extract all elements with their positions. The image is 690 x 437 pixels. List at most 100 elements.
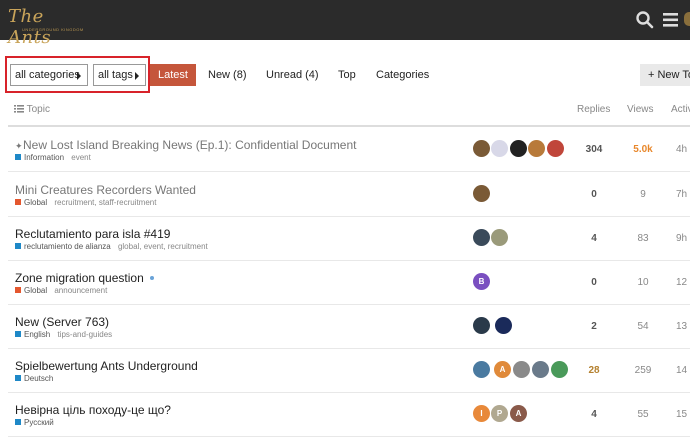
- replies-count[interactable]: 304: [574, 144, 614, 155]
- tab-latest[interactable]: Latest: [150, 64, 196, 86]
- views-column-header[interactable]: Views: [627, 104, 654, 115]
- category-badge-icon: [15, 375, 21, 381]
- activity-time[interactable]: 15: [676, 409, 690, 420]
- topic-title-link[interactable]: Spielbewertung Ants Underground: [15, 359, 198, 373]
- topic-tags[interactable]: global, event, recruitment: [118, 242, 208, 251]
- tab-new[interactable]: New (8): [208, 64, 247, 86]
- avatar[interactable]: [473, 361, 490, 378]
- topic-meta: Global recruitment, staff-recruitment: [15, 198, 156, 207]
- replies-count[interactable]: 2: [574, 321, 614, 332]
- topic-row[interactable]: ✦New Lost Island Breaking News (Ep.1): C…: [8, 128, 690, 172]
- site-header: The Ants UNDERGROUND KINGDOM: [0, 0, 690, 48]
- user-avatar[interactable]: [684, 12, 690, 26]
- search-icon[interactable]: [635, 10, 655, 30]
- topic-title-link[interactable]: Zone migration question: [15, 271, 154, 285]
- topic-meta: reclutamiento de alianza global, event, …: [15, 242, 208, 251]
- avatar[interactable]: A: [494, 361, 511, 378]
- tab-unread[interactable]: Unread (4): [266, 64, 319, 86]
- avatar[interactable]: [547, 140, 564, 157]
- topic-meta: English tips-and-guides: [15, 330, 112, 339]
- category-link[interactable]: reclutamiento de alianza: [24, 242, 111, 251]
- topic-meta: Global announcement: [15, 286, 107, 295]
- topic-row[interactable]: Mini Creatures Recorders Wanted Global r…: [8, 173, 690, 217]
- avatar[interactable]: [513, 361, 530, 378]
- caret-right-icon: [135, 72, 139, 80]
- topic-title-link[interactable]: Mini Creatures Recorders Wanted: [15, 183, 196, 197]
- views-count: 259: [634, 365, 652, 376]
- hamburger-menu-icon[interactable]: [661, 10, 681, 30]
- topic-title-text: Zone migration question: [15, 271, 144, 285]
- topic-tags[interactable]: recruitment, staff-recruitment: [54, 198, 156, 207]
- activity-time[interactable]: 7h: [676, 189, 690, 200]
- views-count: 9: [640, 189, 646, 200]
- topic-meta: Deutsch: [15, 374, 58, 383]
- topic-row[interactable]: Невірна ціль походу-це що? Русский I P A…: [8, 393, 690, 437]
- topic-tags[interactable]: announcement: [54, 286, 107, 295]
- activity-time[interactable]: 9h: [676, 233, 690, 244]
- new-topic-button[interactable]: + New To: [640, 64, 690, 86]
- activity-time[interactable]: 12: [676, 277, 690, 288]
- views-count: 5.0k: [633, 144, 653, 155]
- tags-dropdown-label: all tags: [98, 69, 133, 81]
- replies-count[interactable]: 0: [574, 277, 614, 288]
- avatar[interactable]: [495, 317, 512, 334]
- avatar[interactable]: [473, 185, 490, 202]
- avatar[interactable]: [491, 140, 508, 157]
- avatar[interactable]: [473, 140, 490, 157]
- activity-time[interactable]: 4h: [676, 144, 690, 155]
- category-badge-icon: [15, 243, 21, 249]
- views-count: 83: [637, 233, 649, 244]
- category-badge-icon: [15, 419, 21, 425]
- category-link[interactable]: Global: [24, 198, 47, 207]
- avatar[interactable]: [551, 361, 568, 378]
- topic-title-link[interactable]: Невірна ціль походу-це що?: [15, 403, 171, 417]
- category-link[interactable]: Global: [24, 286, 47, 295]
- views-count: 55: [637, 409, 649, 420]
- category-link[interactable]: Information: [24, 153, 64, 162]
- category-link[interactable]: Deutsch: [24, 374, 53, 383]
- topic-title-link[interactable]: New (Server 763): [15, 315, 109, 329]
- avatar[interactable]: [528, 140, 545, 157]
- topic-tags[interactable]: tips-and-guides: [57, 330, 112, 339]
- tab-top[interactable]: Top: [338, 64, 356, 86]
- header-divider: [8, 125, 690, 127]
- caret-right-icon: [77, 72, 81, 80]
- category-link[interactable]: English: [24, 330, 50, 339]
- avatar[interactable]: B: [473, 273, 490, 290]
- replies-count[interactable]: 4: [574, 409, 614, 420]
- avatar[interactable]: [473, 229, 490, 246]
- topic-title-link[interactable]: Reclutamiento para isla #419: [15, 227, 170, 241]
- avatar[interactable]: [491, 229, 508, 246]
- avatar[interactable]: [532, 361, 549, 378]
- replies-column-header[interactable]: Replies: [577, 104, 610, 115]
- topic-meta: Information event: [15, 153, 91, 162]
- views-count: 10: [637, 277, 649, 288]
- unread-indicator: [149, 276, 154, 280]
- activity-column-header[interactable]: Activ: [671, 104, 690, 115]
- tab-categories[interactable]: Categories: [376, 64, 429, 86]
- tags-dropdown[interactable]: all tags: [93, 64, 146, 86]
- activity-time[interactable]: 13: [676, 321, 690, 332]
- avatar[interactable]: P: [491, 405, 508, 422]
- replies-count[interactable]: 4: [574, 233, 614, 244]
- topic-title-text: New Lost Island Breaking News (Ep.1): Co…: [23, 138, 357, 152]
- topic-row[interactable]: Zone migration question Global announcem…: [8, 261, 690, 305]
- avatar[interactable]: I: [473, 405, 490, 422]
- avatar[interactable]: [510, 140, 527, 157]
- topic-column-header[interactable]: Topic: [14, 104, 50, 115]
- category-link[interactable]: Русский: [24, 418, 54, 427]
- avatar[interactable]: [473, 317, 490, 334]
- topic-row[interactable]: Spielbewertung Ants Underground Deutsch …: [8, 349, 690, 393]
- site-logo[interactable]: The Ants UNDERGROUND KINGDOM: [8, 6, 88, 48]
- replies-count[interactable]: 28: [574, 365, 614, 376]
- categories-dropdown[interactable]: all categories: [10, 64, 88, 86]
- views-count: 54: [637, 321, 649, 332]
- topic-row[interactable]: Reclutamiento para isla #419 reclutamien…: [8, 217, 690, 261]
- replies-count[interactable]: 0: [574, 189, 614, 200]
- topic-tags[interactable]: event: [71, 153, 91, 162]
- activity-time[interactable]: 14: [676, 365, 690, 376]
- avatar[interactable]: A: [510, 405, 527, 422]
- category-badge-icon: [15, 199, 21, 205]
- topic-title-link[interactable]: ✦New Lost Island Breaking News (Ep.1): C…: [15, 138, 357, 152]
- topic-row[interactable]: New (Server 763) English tips-and-guides…: [8, 305, 690, 349]
